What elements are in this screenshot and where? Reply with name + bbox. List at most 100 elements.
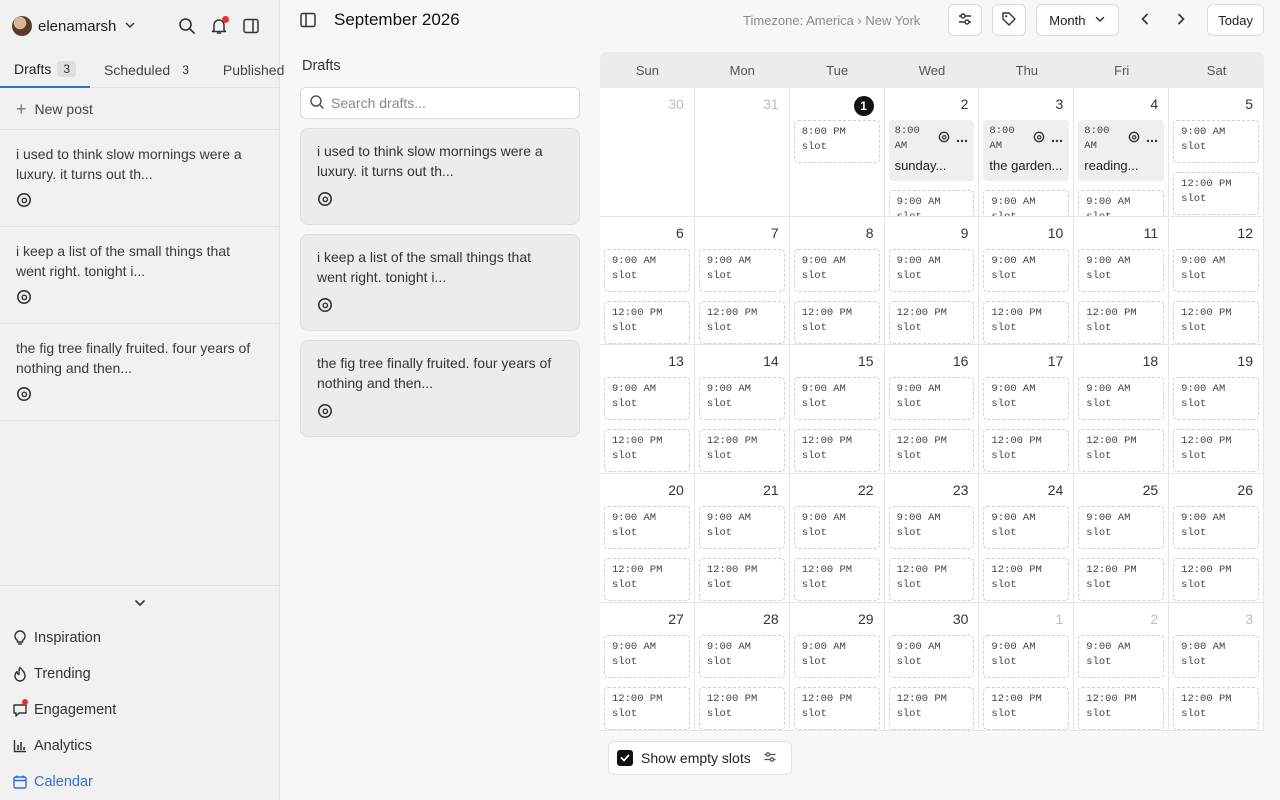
empty-slot[interactable]: 12:00 PM slot <box>1173 172 1259 215</box>
empty-slot[interactable]: 12:00 PM slot <box>1078 686 1165 730</box>
nav-item-analytics[interactable]: Analytics <box>0 728 279 764</box>
nav-item-calendar[interactable]: Calendar <box>0 764 279 800</box>
panel-toggle-icon[interactable] <box>296 4 320 36</box>
empty-slot[interactable]: 9:00 AM slot <box>983 506 1070 550</box>
day-cell[interactable]: 28 9:00 AM slot 12:00 PM slot <box>693 602 790 732</box>
empty-slot[interactable]: 9:00 AM slot <box>1078 377 1165 421</box>
empty-slot[interactable]: 9:00 AM slot <box>888 190 975 216</box>
day-cell[interactable]: 30 9:00 AM slot 12:00 PM slot <box>883 602 980 732</box>
empty-slot[interactable]: 12:00 PM slot <box>983 300 1070 344</box>
day-cell[interactable]: 1 8:00 PM slot <box>788 88 885 217</box>
empty-slot[interactable]: 9:00 AM slot <box>1173 377 1259 421</box>
day-cell[interactable]: 23 9:00 AM slot 12:00 PM slot <box>883 474 980 603</box>
empty-slot[interactable]: 9:00 AM slot <box>888 634 975 678</box>
day-cell[interactable]: 27 9:00 AM slot 12:00 PM slot <box>600 602 695 732</box>
empty-slot[interactable]: 9:00 AM slot <box>793 248 880 292</box>
day-cell[interactable]: 11 9:00 AM slot 12:00 PM slot <box>1073 216 1170 346</box>
day-cell[interactable]: 26 9:00 AM slot 12:00 PM slot <box>1168 474 1264 603</box>
empty-slot[interactable]: 9:00 AM slot <box>698 248 785 292</box>
day-cell[interactable]: 29 9:00 AM slot 12:00 PM slot <box>788 602 885 732</box>
sidebar-draft-item[interactable]: i keep a list of the small things that w… <box>0 227 279 324</box>
draft-card[interactable]: i used to think slow mornings were a lux… <box>300 128 580 225</box>
empty-slot[interactable]: 9:00 AM slot <box>604 248 690 292</box>
empty-slot[interactable]: 9:00 AM slot <box>1173 248 1259 292</box>
empty-slot[interactable]: 9:00 AM slot <box>888 248 975 292</box>
empty-slot[interactable]: 12:00 PM slot <box>698 429 785 473</box>
empty-slot[interactable]: 9:00 AM slot <box>604 634 690 678</box>
sliders-icon[interactable] <box>763 750 777 767</box>
empty-slot[interactable]: 8:00 PM slot <box>793 120 880 163</box>
scheduled-post[interactable]: 8:00 AM reading... <box>1078 120 1165 181</box>
empty-slot[interactable]: 9:00 AM slot <box>1078 506 1165 550</box>
empty-slot[interactable]: 12:00 PM slot <box>793 300 880 344</box>
account-switcher[interactable]: elenamarsh <box>12 16 136 36</box>
sidebar-draft-item[interactable]: the fig tree finally fruited. four years… <box>0 324 279 421</box>
nav-item-trending[interactable]: Trending <box>0 656 279 692</box>
day-cell[interactable]: 10 9:00 AM slot 12:00 PM slot <box>978 216 1075 346</box>
empty-slot[interactable]: 9:00 AM slot <box>793 634 880 678</box>
collapse-chevron-icon[interactable] <box>0 586 279 620</box>
day-cell[interactable]: 21 9:00 AM slot 12:00 PM slot <box>693 474 790 603</box>
day-cell[interactable]: 18 9:00 AM slot 12:00 PM slot <box>1073 345 1170 475</box>
day-cell[interactable]: 15 9:00 AM slot 12:00 PM slot <box>788 345 885 475</box>
day-cell[interactable]: 7 9:00 AM slot 12:00 PM slot <box>693 216 790 346</box>
empty-slot[interactable]: 9:00 AM slot <box>888 377 975 421</box>
empty-slot[interactable]: 9:00 AM slot <box>604 506 690 550</box>
day-cell[interactable]: 3 8:00 AM the garden... 9:00 AM slot <box>978 88 1075 217</box>
sidebar-draft-item[interactable]: i used to think slow mornings were a lux… <box>0 130 279 227</box>
day-cell[interactable]: 30 <box>600 88 695 217</box>
next-month-button[interactable] <box>1165 4 1197 36</box>
day-cell[interactable]: 5 9:00 AM slot 12:00 PM slot <box>1168 88 1264 217</box>
empty-slot[interactable]: 12:00 PM slot <box>888 686 975 730</box>
search-icon[interactable] <box>171 10 203 42</box>
day-cell[interactable]: 6 9:00 AM slot 12:00 PM slot <box>600 216 695 346</box>
empty-slot[interactable]: 12:00 PM slot <box>793 429 880 473</box>
day-cell[interactable]: 16 9:00 AM slot 12:00 PM slot <box>883 345 980 475</box>
empty-slot[interactable]: 12:00 PM slot <box>983 686 1070 730</box>
empty-slot[interactable]: 12:00 PM slot <box>604 300 690 344</box>
empty-slot[interactable]: 12:00 PM slot <box>1173 429 1259 473</box>
show-empty-slots-toggle[interactable]: Show empty slots <box>608 741 792 775</box>
empty-slot[interactable]: 9:00 AM slot <box>983 634 1070 678</box>
scheduled-post[interactable]: 8:00 AM the garden... <box>983 120 1070 181</box>
empty-slot[interactable]: 9:00 AM slot <box>1078 634 1165 678</box>
day-cell[interactable]: 2 9:00 AM slot 12:00 PM slot <box>1073 602 1170 732</box>
empty-slot[interactable]: 12:00 PM slot <box>1078 300 1165 344</box>
empty-slot[interactable]: 9:00 AM slot <box>793 506 880 550</box>
empty-slot[interactable]: 9:00 AM slot <box>983 377 1070 421</box>
scheduled-post[interactable]: 8:00 AM sunday... <box>888 120 975 181</box>
sidebar-toggle-icon[interactable] <box>235 10 267 42</box>
more-options-icon[interactable] <box>1051 130 1063 146</box>
empty-slot[interactable]: 9:00 AM slot <box>698 506 785 550</box>
empty-slot[interactable]: 12:00 PM slot <box>1173 300 1259 344</box>
day-cell[interactable]: 2 8:00 AM sunday... 9:00 AM slot <box>883 88 980 217</box>
day-cell[interactable]: 24 9:00 AM slot 12:00 PM slot <box>978 474 1075 603</box>
day-cell[interactable]: 19 9:00 AM slot 12:00 PM slot <box>1168 345 1264 475</box>
empty-slot[interactable]: 9:00 AM slot <box>1078 190 1165 216</box>
today-button[interactable]: Today <box>1207 4 1264 36</box>
empty-slot[interactable]: 9:00 AM slot <box>1173 634 1259 678</box>
tab-scheduled[interactable]: Scheduled 3 <box>90 52 209 88</box>
day-cell[interactable]: 31 <box>693 88 790 217</box>
empty-slot[interactable]: 12:00 PM slot <box>793 686 880 730</box>
empty-slot[interactable]: 12:00 PM slot <box>698 558 785 602</box>
day-cell[interactable]: 20 9:00 AM slot 12:00 PM slot <box>600 474 695 603</box>
filter-settings-button[interactable] <box>948 4 983 36</box>
search-input[interactable] <box>331 95 551 111</box>
day-cell[interactable]: 9 9:00 AM slot 12:00 PM slot <box>883 216 980 346</box>
day-cell[interactable]: 22 9:00 AM slot 12:00 PM slot <box>788 474 885 603</box>
empty-slot[interactable]: 12:00 PM slot <box>888 558 975 602</box>
empty-slot[interactable]: 9:00 AM slot <box>983 248 1070 292</box>
day-cell[interactable]: 4 8:00 AM reading... 9:00 AM slot <box>1073 88 1170 217</box>
empty-slot[interactable]: 12:00 PM slot <box>1173 686 1259 730</box>
nav-item-engagement[interactable]: Engagement <box>0 692 279 728</box>
empty-slot[interactable]: 9:00 AM slot <box>888 506 975 550</box>
empty-slot[interactable]: 12:00 PM slot <box>983 558 1070 602</box>
empty-slot[interactable]: 9:00 AM slot <box>793 377 880 421</box>
draft-card[interactable]: i keep a list of the small things that w… <box>300 234 580 331</box>
day-cell[interactable]: 17 9:00 AM slot 12:00 PM slot <box>978 345 1075 475</box>
previous-month-button[interactable] <box>1129 4 1161 36</box>
day-cell[interactable]: 25 9:00 AM slot 12:00 PM slot <box>1073 474 1170 603</box>
empty-slot[interactable]: 12:00 PM slot <box>604 686 690 730</box>
view-select[interactable]: Month <box>1036 4 1120 36</box>
